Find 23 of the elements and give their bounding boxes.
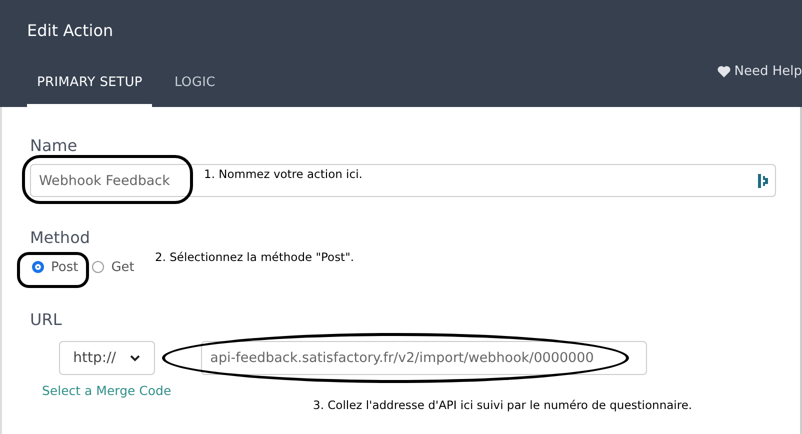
window-title: Edit Action xyxy=(26,20,114,42)
annotation-outline xyxy=(17,252,89,288)
heart-icon xyxy=(717,65,732,78)
help-link[interactable]: Need Help xyxy=(717,60,802,79)
annotation-text: 1. Nommez votre action ici. xyxy=(204,167,362,181)
annotation-text: 2. Sélectionnez la méthode "Post". xyxy=(155,250,354,264)
field-label: Name xyxy=(30,135,78,157)
tab[interactable]: PRIMARY SETUP xyxy=(27,60,152,107)
annotation-text: 3. Collez l'addresse d'API ici suivi par le numéro de questionnaire. xyxy=(313,398,692,412)
tab[interactable]: LOGIC xyxy=(164,60,226,107)
field-icon xyxy=(758,174,768,188)
radio-button[interactable] xyxy=(92,261,104,273)
radio-label: Get xyxy=(111,260,134,274)
radio-option[interactable]: Get xyxy=(92,260,134,274)
url-field[interactable]: api-feedback.satisfactory.fr/v2/import/webhook/0000000 xyxy=(201,341,648,375)
radio-option[interactable]: Post xyxy=(32,260,78,274)
merge-code-link[interactable]: Select a Merge Code xyxy=(42,383,172,398)
protocol-dropdown[interactable]: http:// xyxy=(58,341,155,375)
radio-label: Post xyxy=(51,260,78,274)
chevron-icon xyxy=(130,354,140,362)
radio-button[interactable] xyxy=(32,261,44,273)
field-label: URL xyxy=(30,309,63,331)
field-label: Method xyxy=(30,227,92,249)
